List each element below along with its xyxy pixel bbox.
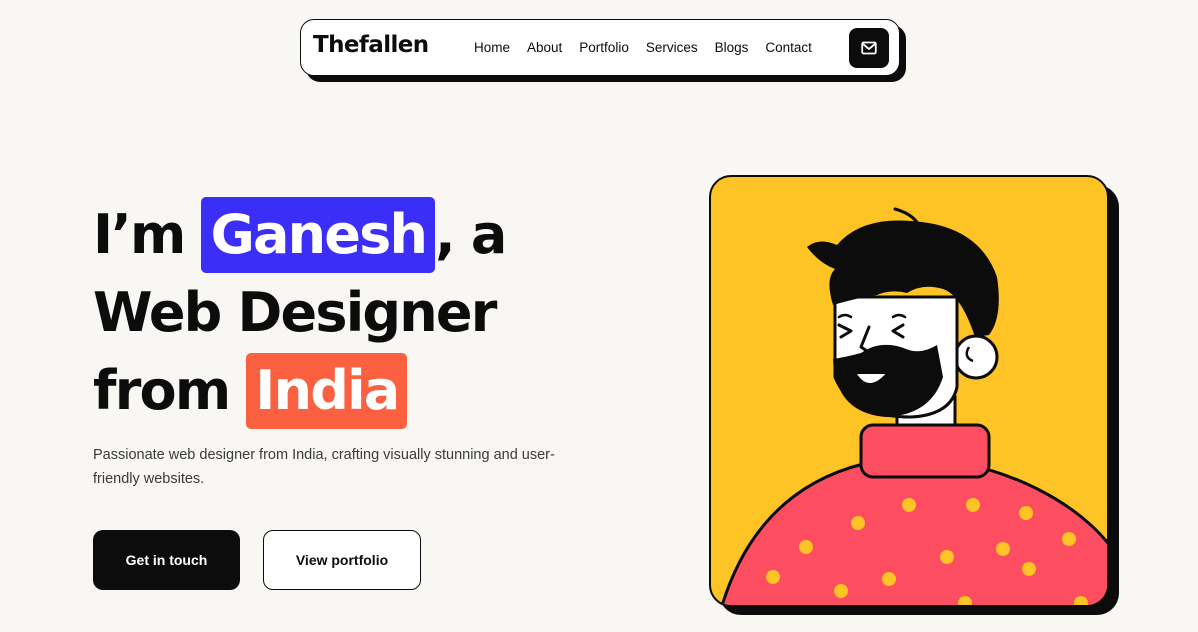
navbar: Thefallen Home About Portfolio Services … xyxy=(300,19,906,82)
hero-title-line-3: from India xyxy=(93,352,653,430)
name-highlight: Ganesh xyxy=(201,197,436,273)
brand-logo[interactable]: Thefallen xyxy=(313,32,429,58)
get-in-touch-button[interactable]: Get in touch xyxy=(93,530,240,590)
nav-item-contact[interactable]: Contact xyxy=(765,40,812,55)
mail-icon xyxy=(861,41,877,55)
nav-item-about[interactable]: About xyxy=(527,40,562,55)
hero-title: I’m Ganesh, a Web Designer from India xyxy=(93,196,653,430)
nav-item-blogs[interactable]: Blogs xyxy=(715,40,749,55)
nav-menu: Home About Portfolio Services Blogs Cont… xyxy=(474,40,812,55)
hero-title-suffix: , a xyxy=(435,203,507,266)
illustration-card xyxy=(709,175,1109,607)
country-highlight: India xyxy=(246,353,408,429)
navbar-panel: Thefallen Home About Portfolio Services … xyxy=(300,19,900,76)
hero-title-line-2: Web Designer xyxy=(93,281,497,344)
nav-item-portfolio[interactable]: Portfolio xyxy=(579,40,629,55)
hero-illustration xyxy=(709,175,1121,617)
nav-item-home[interactable]: Home xyxy=(474,40,510,55)
view-portfolio-button[interactable]: View portfolio xyxy=(263,530,421,590)
hero-description: Passionate web designer from India, craf… xyxy=(93,447,555,487)
hero-title-prefix: I’m xyxy=(93,203,186,266)
hero-title-line-1: I’m Ganesh, a xyxy=(93,196,653,274)
hero-title-from: from xyxy=(93,359,231,422)
avatar-illustration xyxy=(720,207,1107,605)
nav-item-services[interactable]: Services xyxy=(646,40,698,55)
mail-button[interactable] xyxy=(849,28,889,68)
